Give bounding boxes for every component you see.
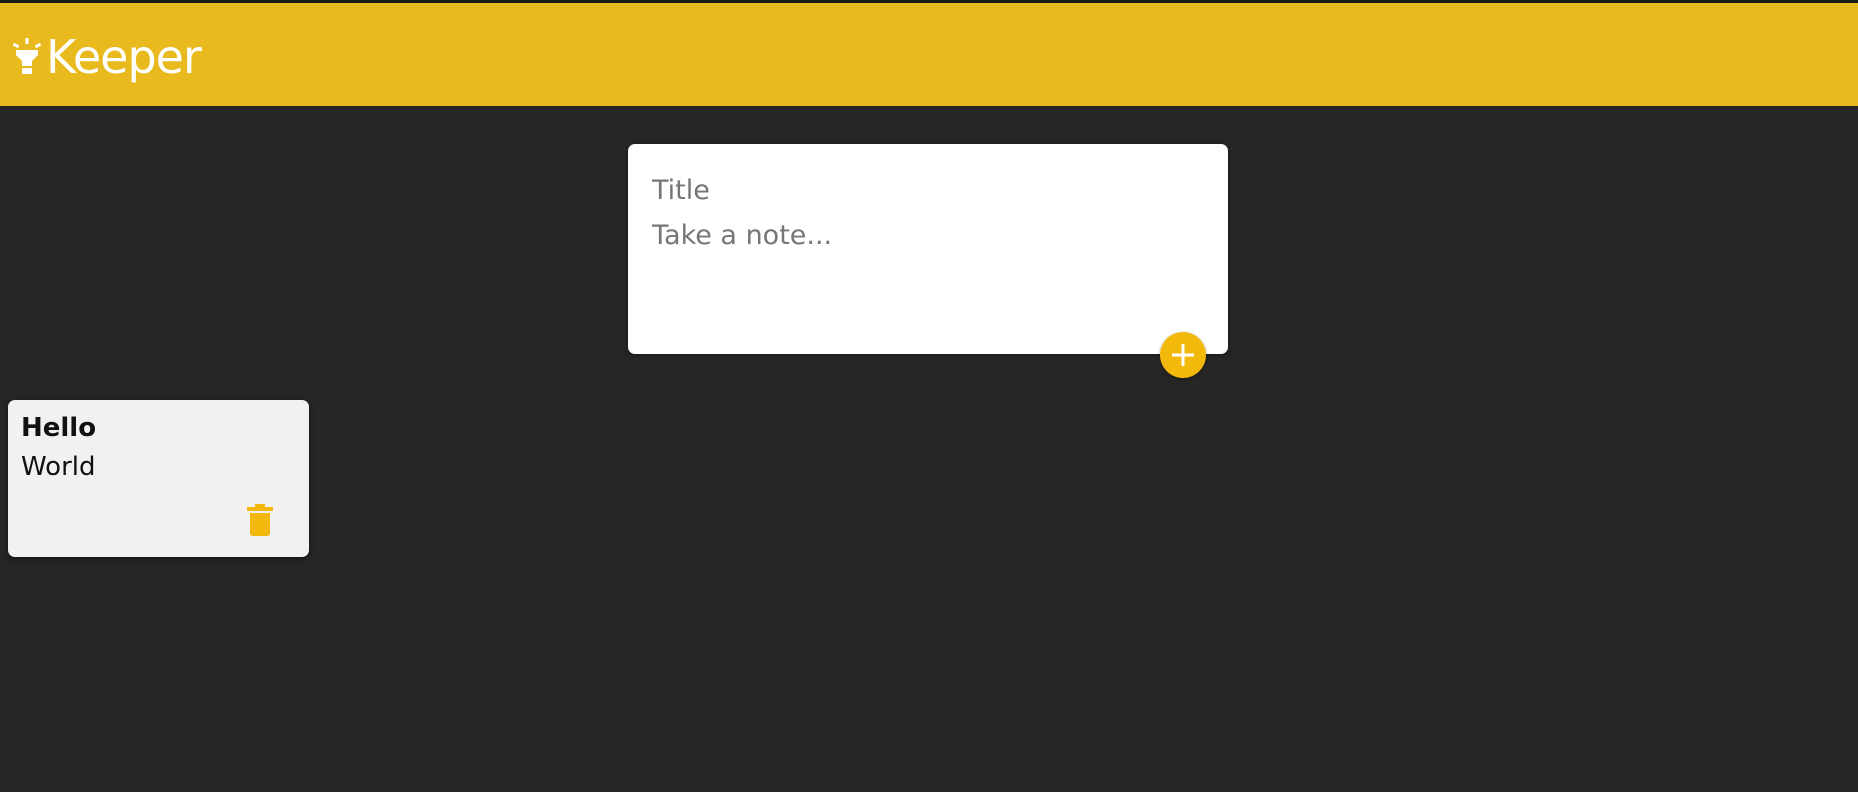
note-content: World	[21, 452, 96, 482]
delete-note-button[interactable]	[240, 500, 280, 540]
note-content-input[interactable]	[652, 216, 1204, 306]
plus-icon	[1172, 344, 1194, 366]
app-title: Keeper	[46, 30, 202, 84]
brand: Keeper	[12, 30, 202, 84]
add-note-button[interactable]	[1160, 332, 1206, 378]
app-header: Keeper	[0, 3, 1858, 106]
note-title-input[interactable]	[652, 170, 1204, 210]
trash-icon	[247, 504, 273, 536]
note-card: Hello World	[8, 400, 309, 557]
note-title: Hello	[21, 413, 97, 443]
create-note-form	[628, 144, 1228, 354]
lightbulb-icon	[12, 38, 42, 74]
